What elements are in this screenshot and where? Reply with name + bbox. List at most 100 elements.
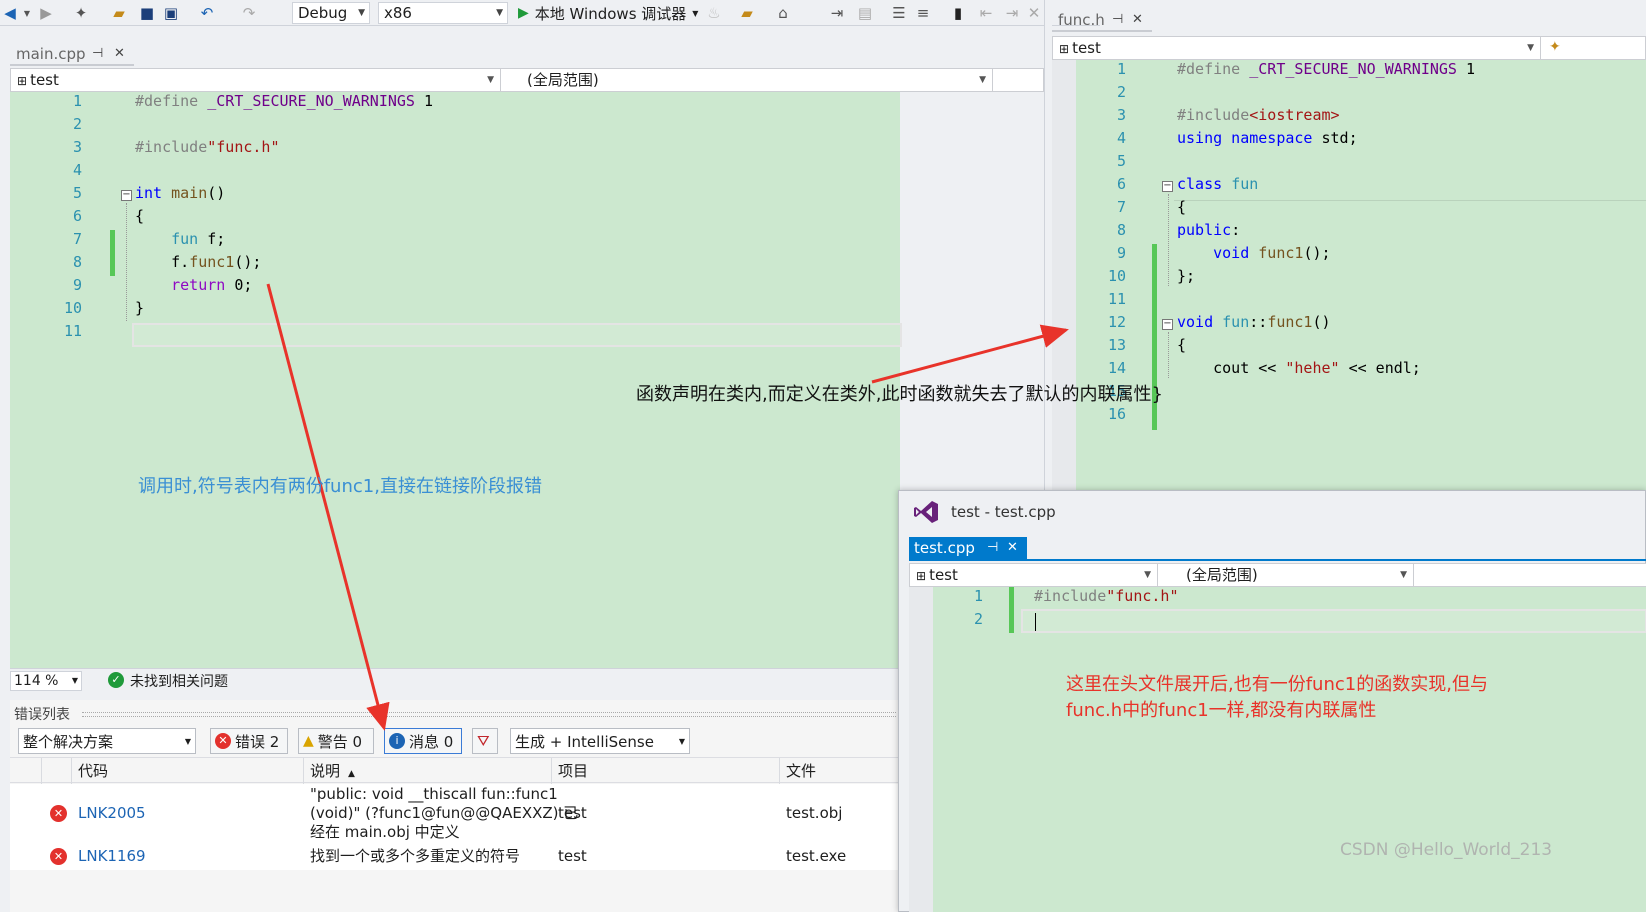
project-name: test (929, 566, 958, 584)
window-title-bar[interactable]: test - test.cpp (899, 491, 1646, 535)
save-icon[interactable]: ■ (138, 3, 156, 23)
code-line-1: #define _CRT_SECURE_NO_WARNINGS 1 (135, 92, 434, 110)
open-folder-icon[interactable]: ▰ (110, 3, 128, 23)
hot-reload-icon[interactable]: ♨ (706, 3, 722, 23)
code-line-3: #include"func.h" (135, 138, 280, 156)
left-code-editor[interactable]: − 1 2 3 4 5 6 7 8 9 10 11 #define _CRT_SECURE_NO_W… (10, 92, 902, 668)
line-number: 6 (1116, 175, 1126, 193)
code-line-12: void fun::func1() (1177, 313, 1331, 331)
line-number: 14 (1107, 359, 1126, 377)
comment-icon[interactable]: ≡ (914, 3, 932, 23)
col-file[interactable]: 文件 (780, 758, 898, 784)
member-icon[interactable]: ✦ (1549, 39, 1561, 55)
platform-dropdown[interactable]: x86 ▼ (378, 2, 508, 24)
col-code[interactable]: 代码 (72, 758, 304, 784)
code-line-8: public: (1177, 221, 1241, 239)
code-line-10: }; (1177, 267, 1196, 285)
tab-label: test.cpp (914, 539, 975, 557)
layout-icon[interactable]: ▤ (856, 3, 874, 23)
chevron-down-icon: ▼ (692, 8, 699, 18)
indent-icon[interactable]: ☰ (890, 3, 908, 23)
line-number: 4 (1116, 129, 1126, 147)
right-tab-strip: func.h ⊣ ✕ (1052, 8, 1646, 34)
current-line-highlight (1021, 609, 1646, 633)
pin-icon[interactable]: ⊣ (92, 42, 103, 66)
left-navigation-bar: ⊞ test ▼ (全局范围) ▼ (10, 68, 1044, 92)
errors-count: 错误 2 (235, 732, 280, 751)
home-icon[interactable]: ⌂ (774, 3, 792, 23)
clear-bookmark-icon[interactable]: ✕ (1026, 3, 1042, 23)
collapse-icon[interactable]: − (121, 190, 132, 201)
zoom-dropdown[interactable]: 114 % ▼ (10, 671, 82, 691)
code-line-9: return 0; (171, 276, 253, 294)
check-circle-icon: ✓ (108, 672, 124, 688)
close-icon[interactable]: ✕ (114, 42, 125, 66)
tab-main-cpp[interactable]: main.cpp ⊣ ✕ (10, 42, 134, 66)
error-icon: ✕ (215, 733, 231, 749)
build-filter-value: 生成 + IntelliSense (515, 732, 654, 751)
tab-func-h[interactable]: func.h ⊣ ✕ (1052, 8, 1152, 32)
next-bookmark-icon[interactable]: ⇥ (1004, 3, 1020, 23)
messages-filter-button[interactable]: i 消息 0 (384, 728, 462, 754)
error-code-link[interactable]: LNK1169 (78, 847, 146, 866)
float-code-editor[interactable]: 1 2 #include"func.h" (909, 587, 1646, 912)
tab-test-cpp[interactable]: test.cpp ⊣ ✕ (909, 537, 1027, 559)
code-line-9: void func1(); (1213, 244, 1331, 262)
chevron-down-icon: ▼ (979, 75, 986, 85)
col-project[interactable]: 项目 (552, 758, 780, 784)
chevron-down-icon: ▼ (184, 736, 191, 746)
scope-dropdown[interactable]: (全局范围) ▼ (1164, 564, 1414, 586)
project-dropdown[interactable]: ⊞ test ▼ (910, 564, 1158, 586)
error-code-link[interactable]: LNK2005 (78, 804, 146, 823)
bookmark-icon[interactable]: ▮ (950, 3, 966, 23)
warnings-filter-button[interactable]: ▲ 警告 0 (298, 728, 374, 754)
chevron-down-icon: ▼ (358, 8, 365, 18)
redo-icon[interactable]: ↷ (240, 3, 258, 23)
left-margin (10, 92, 34, 668)
warning-icon: ▲ (303, 733, 314, 749)
prev-bookmark-icon[interactable]: ⇤ (978, 3, 994, 23)
line-number: 10 (1107, 267, 1126, 285)
col-description[interactable]: 说明 ▲ (304, 758, 552, 784)
undo-icon[interactable]: ↶ (198, 3, 216, 23)
table-row[interactable]: ✕ LNK1169 找到一个或多个多重定义的符号 test test.exe (10, 844, 898, 870)
col-icon[interactable] (42, 758, 72, 784)
col-code-label: 代码 (78, 762, 109, 780)
step-icon[interactable]: ⇥ (828, 3, 846, 23)
errors-filter-button[interactable]: ✕ 错误 2 (210, 728, 288, 754)
new-project-icon[interactable]: ✦ (72, 3, 90, 23)
filter-toggle-button[interactable]: ⛛ (472, 728, 498, 754)
folder-icon[interactable]: ▰ (738, 3, 756, 23)
col-severity[interactable] (10, 758, 42, 784)
line-number: 3 (1116, 106, 1126, 124)
project-dropdown[interactable]: ⊞ test ▼ (1053, 37, 1541, 59)
float-navigation-bar: ⊞ test ▼ (全局范围) ▼ (909, 563, 1646, 587)
config-dropdown[interactable]: Debug ▼ (292, 2, 370, 24)
pin-icon[interactable]: ⊣ (1112, 8, 1123, 32)
separator-line (1174, 200, 1646, 201)
scope-name: (全局范围) (527, 71, 599, 89)
fold-guide (1168, 332, 1169, 378)
project-icon: ⊞ (1059, 42, 1070, 56)
back-icon[interactable]: ◀ (2, 3, 18, 23)
scope-filter-dropdown[interactable]: 整个解决方案 ▼ (18, 728, 196, 754)
forward-icon[interactable]: ▶ (38, 3, 54, 23)
right-navigation-bar: ⊞ test ▼ ✦ (1052, 36, 1646, 60)
save-all-icon[interactable]: ▣ (162, 3, 180, 23)
close-icon[interactable]: ✕ (1132, 8, 1143, 32)
scope-dropdown[interactable]: (全局范围) ▼ (507, 69, 993, 91)
project-dropdown[interactable]: ⊞ test ▼ (11, 69, 501, 91)
start-debugging-button[interactable]: ▶ 本地 Windows 调试器 ▼ (518, 3, 698, 23)
chevron-down-icon: ▼ (1527, 43, 1534, 53)
code-line-6: class fun (1177, 175, 1259, 193)
pin-icon[interactable]: ⊣ (987, 537, 998, 559)
table-row[interactable]: ✕ LNK2005 "public: void __thiscall fun::… (10, 784, 898, 844)
panel-grip[interactable] (82, 712, 896, 717)
zoom-value: 114 % (14, 673, 59, 689)
close-icon[interactable]: ✕ (1007, 537, 1018, 559)
line-number: 1 (1116, 60, 1126, 78)
build-filter-dropdown[interactable]: 生成 + IntelliSense ▼ (510, 728, 690, 754)
collapse-icon[interactable]: − (1162, 319, 1173, 330)
collapse-icon[interactable]: − (1162, 181, 1173, 192)
chevron-down-icon[interactable]: ▼ (22, 3, 32, 23)
